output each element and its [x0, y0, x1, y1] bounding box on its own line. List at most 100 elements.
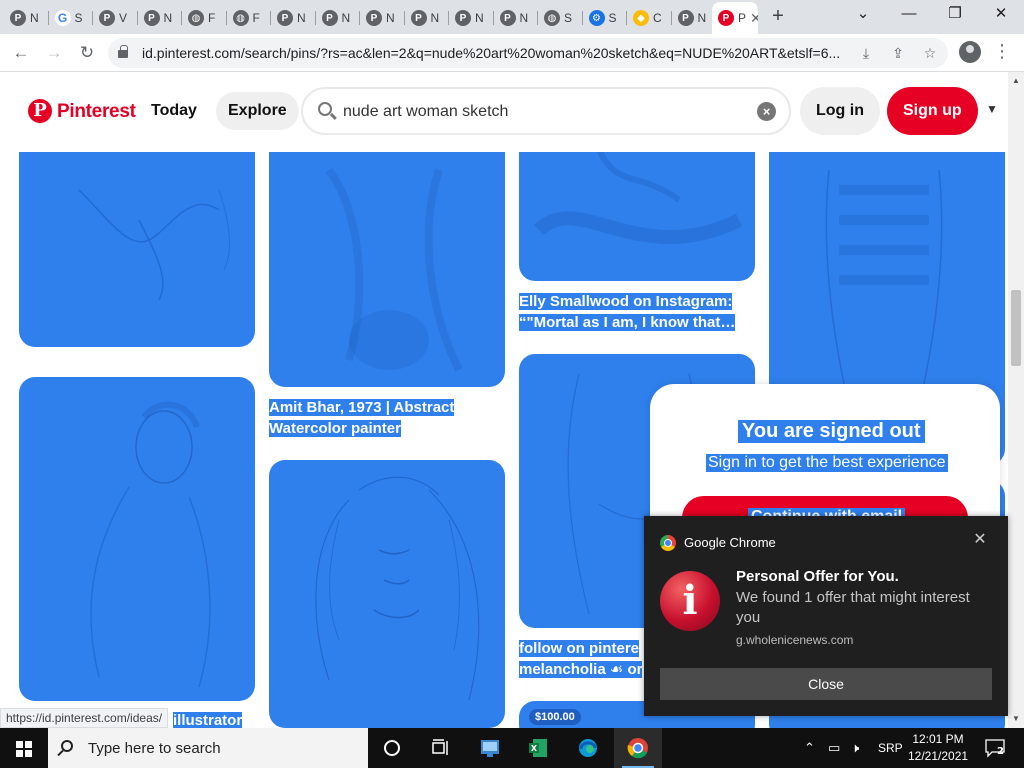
notification-close-button[interactable]: Close: [660, 668, 992, 700]
address-bar-url[interactable]: id.pinterest.com/search/pins/?rs=ac&len=…: [142, 45, 852, 61]
tab[interactable]: ◍ S: [538, 4, 583, 32]
tab-label: N: [30, 11, 39, 25]
tab[interactable]: ◍ F: [182, 4, 227, 32]
minimize-icon[interactable]: —: [886, 0, 932, 30]
edge-icon[interactable]: [564, 728, 612, 768]
scroll-down-icon[interactable]: ▼: [1012, 714, 1020, 723]
clock[interactable]: 12:01 PM 12/21/2021: [908, 731, 968, 765]
cortana-icon[interactable]: [368, 728, 416, 768]
bookmark-star-icon[interactable]: ☆: [920, 43, 940, 63]
control-panel-icon[interactable]: [466, 728, 514, 768]
pin-card[interactable]: [269, 460, 505, 728]
tab[interactable]: PN: [449, 4, 494, 32]
pin-card[interactable]: [19, 377, 255, 701]
pinterest-grey-icon: P: [143, 10, 160, 26]
clear-search-icon[interactable]: ×: [757, 102, 776, 121]
chrome-notification: Google Chrome ✕ i Personal Offer for You…: [644, 516, 1008, 716]
price-badge: $100.00: [529, 709, 581, 725]
nav-explore[interactable]: Explore: [216, 92, 299, 130]
tab[interactable]: PN: [138, 4, 182, 32]
info-icon: i: [660, 571, 720, 631]
back-arrow-icon[interactable]: ←: [8, 40, 34, 66]
excel-icon[interactable]: X: [514, 728, 562, 768]
notification-title: Personal Offer for You.: [736, 568, 899, 585]
pinterest-logo-icon[interactable]: P: [28, 99, 52, 123]
tab-label: C: [653, 11, 662, 25]
install-app-icon[interactable]: ⤓: [856, 43, 876, 63]
address-bar[interactable]: id.pinterest.com/search/pins/?rs=ac&len=…: [108, 38, 948, 68]
tab[interactable]: PN: [316, 4, 360, 32]
pin-image: [315, 476, 480, 701]
search-input[interactable]: nude art woman sketch: [343, 103, 508, 121]
pin-card[interactable]: [519, 130, 755, 281]
colorful-icon: ◆: [633, 10, 649, 26]
tab[interactable]: GS: [49, 4, 93, 32]
tab[interactable]: PN: [4, 4, 49, 32]
profile-avatar-icon[interactable]: [959, 41, 981, 63]
search-icon: [318, 102, 332, 116]
tab-label: N: [163, 11, 173, 25]
tab-active[interactable]: P P ✕: [712, 2, 758, 34]
tab[interactable]: PN: [271, 4, 316, 32]
tab[interactable]: PN: [360, 4, 405, 32]
browser-toolbar: ← → ↻ id.pinterest.com/search/pins/?rs=a…: [0, 34, 1024, 72]
tab-label: S: [74, 11, 83, 25]
restore-icon[interactable]: ❐: [932, 0, 978, 30]
reload-icon[interactable]: ↻: [74, 40, 100, 66]
pin-caption[interactable]: Amit Bhar, 1973 | Abstract Watercolor pai…: [269, 397, 505, 439]
active-tab-label: P: [738, 11, 747, 25]
volume-muted-icon[interactable]: 🕨: [851, 740, 859, 756]
forward-arrow-icon[interactable]: →: [41, 40, 67, 66]
google-icon: G: [54, 10, 71, 26]
task-view-icon[interactable]: [416, 728, 464, 768]
page-scrollbar[interactable]: ▲ ▼: [1008, 72, 1024, 728]
pinterest-grey-icon: P: [99, 10, 115, 26]
tab[interactable]: ◆ C: [627, 4, 672, 32]
tab[interactable]: PV: [93, 4, 138, 32]
signed-out-subtitle: Sign in to get the best experience: [706, 454, 948, 472]
pinterest-grey-icon: P: [277, 10, 293, 26]
taskbar-search[interactable]: Type here to search: [48, 728, 368, 768]
screen: P N G S P V P N ◍ F ◍ F P N P N P N P N P N P N ◍ S ⚙ S ◆ C P N P P ✕ +…: [0, 0, 1024, 768]
tab[interactable]: PN: [405, 4, 449, 32]
share-icon[interactable]: ⇪: [888, 43, 908, 63]
tab[interactable]: PN: [494, 4, 538, 32]
scrollbar-thumb[interactable]: [1011, 290, 1021, 366]
network-icon[interactable]: ▭: [828, 740, 840, 756]
pin-card[interactable]: [269, 130, 505, 387]
search-bar[interactable]: nude art woman sketch ×: [301, 87, 791, 135]
windows-start-icon[interactable]: [16, 741, 32, 757]
nav-today[interactable]: Today: [139, 92, 209, 130]
chevron-down-icon[interactable]: ▼: [986, 102, 1000, 116]
browser-tab-strip: P N G S P V P N ◍ F ◍ F P N P N P N P N P N P N ◍ S ⚙ S ◆ C P N P P ✕ +…: [0, 0, 1024, 34]
new-tab-button[interactable]: +: [766, 5, 790, 29]
close-icon[interactable]: ✕: [972, 532, 988, 548]
tab-label: F: [208, 11, 216, 25]
login-button[interactable]: Log in: [800, 87, 880, 135]
tab-search-chevron-icon[interactable]: ⌄: [840, 0, 886, 30]
tab[interactable]: PN: [672, 4, 716, 32]
globe-icon: ◍: [232, 10, 249, 26]
tab-label: N: [697, 11, 707, 25]
tab-label: S: [564, 11, 573, 25]
language-indicator[interactable]: SRP: [878, 741, 903, 755]
signup-button[interactable]: Sign up: [887, 87, 978, 135]
browser-menu-icon[interactable]: ⋮: [992, 40, 1012, 64]
action-center-icon[interactable]: 2: [984, 738, 1006, 758]
tab-close-icon[interactable]: ✕: [750, 10, 758, 27]
tab[interactable]: ⚙ S: [583, 4, 627, 32]
tab[interactable]: ◍ F: [227, 4, 271, 32]
lock-icon: [118, 45, 128, 58]
pin-card[interactable]: [19, 130, 255, 347]
chrome-taskbar-icon[interactable]: [614, 728, 662, 768]
pinterest-wordmark[interactable]: Pinterest: [57, 101, 136, 123]
pinterest-grey-icon: P: [321, 10, 338, 26]
pinterest-header: P Pinterest Today Explore nude art woman…: [0, 72, 1008, 152]
show-hidden-icons[interactable]: ⌃: [804, 740, 815, 756]
svg-text:X: X: [531, 744, 538, 753]
pin-caption[interactable]: Elly Smallwood on Instagram: “"Mortal as …: [519, 291, 759, 333]
pinterest-grey-icon: P: [455, 10, 471, 26]
window-close-icon[interactable]: ✕: [978, 0, 1024, 30]
notification-source: g.wholenicenews.com: [736, 633, 854, 647]
scroll-up-icon[interactable]: ▲: [1012, 76, 1020, 85]
